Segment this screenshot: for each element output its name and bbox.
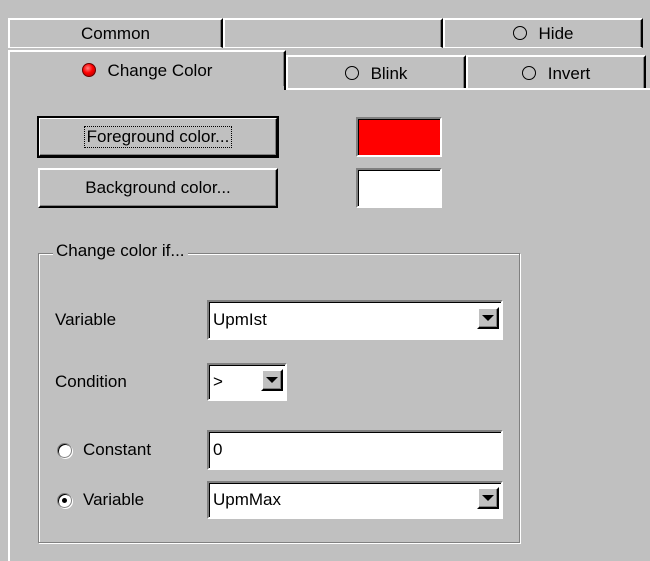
tab-blink-label: Blink	[370, 63, 408, 83]
variable2-dropdown[interactable]: UpmMax	[207, 481, 503, 519]
variable-label: Variable	[55, 310, 117, 329]
constant-input-value: 0	[213, 440, 223, 459]
tab-blank[interactable]	[223, 18, 443, 48]
tab-change-color[interactable]: Change Color	[8, 50, 286, 90]
radio-empty-icon	[521, 65, 536, 80]
constant-input[interactable]: 0	[207, 430, 503, 470]
background-color-label: Background color...	[85, 178, 231, 197]
active-tab-join	[10, 86, 284, 92]
chevron-down-icon	[482, 495, 494, 501]
tab-change-color-label: Change Color	[107, 61, 213, 80]
variable-dropdown-value: UpmIst	[213, 310, 267, 329]
condition-dropdown[interactable]: >	[207, 363, 287, 401]
background-color-button[interactable]: Background color...	[38, 168, 278, 208]
dropdown-arrow-button[interactable]	[261, 369, 283, 391]
variable-radio[interactable]	[57, 492, 72, 508]
background-color-swatch	[356, 168, 442, 208]
tab-blink[interactable]: Blink	[286, 55, 466, 90]
dropdown-arrow-button[interactable]	[477, 307, 499, 329]
tab-hide-label: Hide	[538, 23, 574, 43]
radio-empty-icon	[512, 25, 527, 40]
foreground-color-button[interactable]: Foreground color...	[37, 116, 279, 158]
foreground-color-label: Foreground color...	[83, 126, 233, 148]
group-title: Change color if...	[53, 241, 188, 261]
foreground-color-swatch	[356, 117, 442, 157]
variable2-label: Variable	[83, 490, 145, 509]
constant-radio-option[interactable]: Constant	[57, 440, 151, 460]
dropdown-arrow-button[interactable]	[477, 487, 499, 509]
condition-label: Condition	[55, 372, 127, 391]
tab-common-label: Common	[81, 23, 150, 43]
tab-hide[interactable]: Hide	[443, 18, 643, 48]
radio-empty-icon	[344, 65, 359, 80]
variable-dropdown[interactable]: UpmIst	[207, 300, 503, 340]
radio-red-icon	[81, 63, 96, 77]
chevron-down-icon	[266, 377, 278, 383]
constant-label: Constant	[83, 440, 152, 459]
variable-radio-option[interactable]: Variable	[57, 490, 144, 510]
tab-common[interactable]: Common	[8, 18, 223, 48]
constant-radio[interactable]	[57, 442, 72, 458]
variable2-dropdown-value: UpmMax	[213, 490, 282, 509]
tab-invert[interactable]: Invert	[466, 55, 646, 90]
tab-invert-label: Invert	[547, 63, 591, 83]
chevron-down-icon	[482, 315, 494, 321]
